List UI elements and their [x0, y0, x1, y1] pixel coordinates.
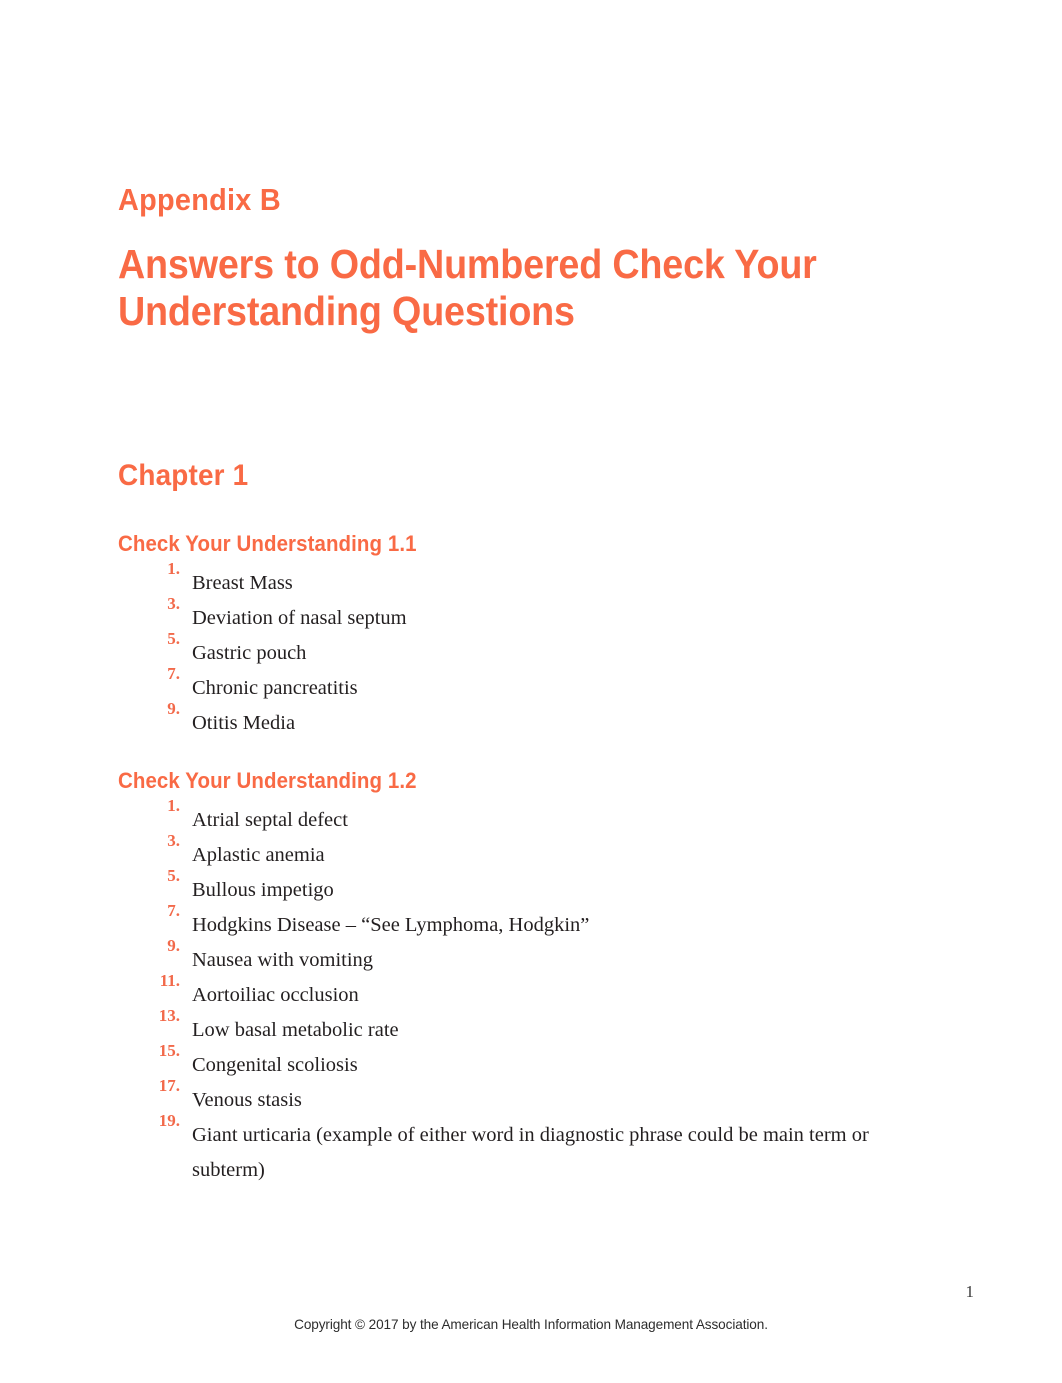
list-item-text: Bullous impetigo — [192, 879, 334, 901]
list-item: 9. Nausea with vomiting — [118, 937, 918, 978]
appendix-label: Appendix B — [118, 182, 281, 217]
list-item: 5. Bullous impetigo — [118, 867, 918, 908]
list-item-text: Venous stasis — [192, 1089, 302, 1111]
section-heading-1-2: Check Your Understanding 1.2 — [118, 768, 417, 793]
chapter-heading: Chapter 1 — [118, 459, 249, 492]
list-item-text: Gastric pouch — [192, 642, 307, 664]
page-number: 1 — [965, 1282, 975, 1301]
document-page: Appendix B Answers to Odd-Numbered Check… — [0, 0, 1062, 1383]
list-item-number: 9. — [167, 936, 180, 955]
list-item-text: Otitis Media — [192, 712, 296, 734]
list-item-number: 19. — [158, 1111, 180, 1130]
list-item: 7. Chronic pancreatitis — [118, 665, 918, 706]
list-item: 1. Breast Mass — [118, 560, 918, 601]
list-item-text: Aortoiliac occlusion — [192, 984, 359, 1006]
answer-list-1-2: 1. Atrial septal defect 3. Aplastic anem… — [118, 797, 918, 1188]
list-item: 3. Deviation of nasal septum — [118, 595, 918, 636]
list-item: 17. Venous stasis — [118, 1077, 918, 1118]
list-item-number: 9. — [167, 699, 180, 718]
list-item-text: Hodgkins Disease – “See Lymphoma, Hodgki… — [192, 914, 590, 936]
list-item-number: 5. — [167, 629, 180, 648]
section-heading-1-1: Check Your Understanding 1.1 — [118, 531, 417, 556]
answer-list-1-1: 1. Breast Mass 3. Deviation of nasal sep… — [118, 560, 918, 741]
list-item-text: Giant urticaria (example of either word … — [192, 1124, 869, 1181]
list-item: 9. Otitis Media — [118, 700, 918, 741]
copyright-notice: Copyright © 2017 by the American Health … — [294, 1316, 768, 1332]
list-item: 1. Atrial septal defect — [118, 797, 918, 838]
list-item: 5. Gastric pouch — [118, 630, 918, 671]
list-item: 3. Aplastic anemia — [118, 832, 918, 873]
list-item-number: 3. — [167, 831, 180, 850]
list-item-number: 7. — [167, 664, 180, 683]
list-item-text: Aplastic anemia — [192, 844, 325, 866]
list-item-text: Atrial septal defect — [192, 809, 348, 831]
list-item-number: 15. — [158, 1041, 180, 1060]
list-item: 11. Aortoiliac occlusion — [118, 972, 918, 1013]
list-item-number: 5. — [167, 866, 180, 885]
list-item: 15. Congenital scoliosis — [118, 1042, 918, 1083]
list-item-number: 11. — [159, 971, 180, 990]
list-item-text: Breast Mass — [192, 572, 293, 594]
list-item-number: 17. — [158, 1076, 180, 1095]
list-item-text: Chronic pancreatitis — [192, 677, 358, 699]
list-item-number: 1. — [167, 796, 180, 815]
list-item-text: Congenital scoliosis — [192, 1054, 358, 1076]
list-item-number: 1. — [167, 559, 180, 578]
list-item: 7. Hodgkins Disease – “See Lymphoma, Hod… — [118, 902, 918, 943]
list-item-text: Low basal metabolic rate — [192, 1019, 399, 1041]
list-item: 13. Low basal metabolic rate — [118, 1007, 918, 1048]
list-item: 19. Giant urticaria (example of either w… — [118, 1112, 918, 1188]
list-item-number: 7. — [167, 901, 180, 920]
list-item-text: Deviation of nasal septum — [192, 607, 407, 629]
list-item-number: 13. — [158, 1006, 180, 1025]
page-title: Answers to Odd-Numbered Check Your Under… — [118, 241, 817, 334]
list-item-number: 3. — [167, 594, 180, 613]
list-item-text: Nausea with vomiting — [192, 949, 374, 971]
